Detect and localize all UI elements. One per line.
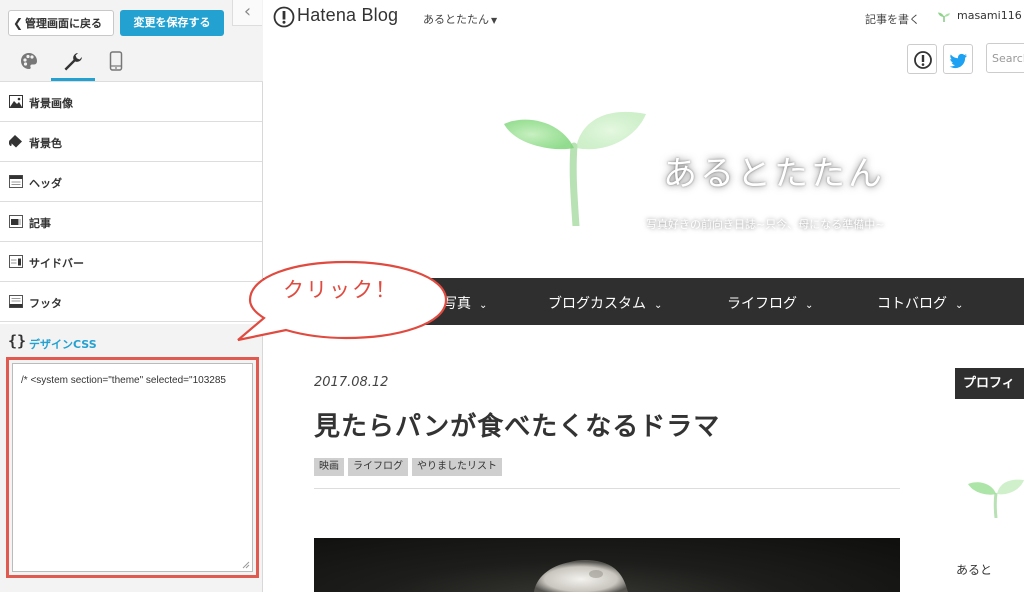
- sidebar-layout-icon: [9, 255, 23, 268]
- sprout-avatar-icon: [938, 12, 950, 22]
- nav-item-lifelog[interactable]: ライフログ ⌄: [727, 293, 813, 313]
- chevron-down-icon: ⌄: [805, 300, 814, 311]
- user-menu[interactable]: masami116: [937, 9, 1022, 23]
- blog-switcher-dropdown[interactable]: あるとたたん ▼: [423, 11, 497, 27]
- image-icon: [9, 95, 23, 108]
- caret-down-icon: ▼: [491, 16, 498, 25]
- resize-handle-icon[interactable]: [242, 561, 250, 569]
- header-layout-icon: [9, 175, 23, 188]
- profile-name[interactable]: あると: [956, 561, 992, 578]
- chevron-down-icon: ⌄: [479, 300, 488, 311]
- page: ❮ 管理画面に戻る 変更を保存する ‹ 背景画像 背景色 ヘッダ 記事 サイドバ…: [0, 0, 1024, 592]
- menu-item-sidebar[interactable]: サイドバー: [0, 242, 262, 282]
- menu-item-background-color[interactable]: 背景色: [0, 122, 262, 162]
- article-layout-icon: [9, 215, 23, 228]
- callout-text: クリック！: [283, 278, 398, 302]
- hatena-logo-icon[interactable]: [273, 6, 295, 28]
- design-css-textarea[interactable]: /* <system section="theme" selected="103…: [12, 363, 253, 572]
- menu-item-background-image[interactable]: 背景画像: [0, 82, 262, 122]
- menu-item-footer[interactable]: フッタ: [0, 282, 262, 322]
- blog-subtitle: 写真好きの前向き日誌~只今、母になる準備中~: [646, 218, 885, 231]
- customize-panel: ❮ 管理画面に戻る 変更を保存する ‹ 背景画像 背景色 ヘッダ 記事 サイドバ…: [0, 0, 263, 592]
- save-changes-button[interactable]: 変更を保存する: [120, 10, 224, 36]
- css-editor-highlight: /* <system section="theme" selected="103…: [6, 357, 259, 578]
- photo-subject: [534, 560, 628, 592]
- tag-lifelog[interactable]: ライフログ: [348, 458, 408, 476]
- menu-item-article[interactable]: 記事: [0, 202, 262, 242]
- twitter-icon: [949, 53, 967, 69]
- article-date[interactable]: 2017.08.12: [314, 375, 388, 390]
- design-css-label: デザインCSS: [29, 338, 97, 351]
- nav-item-blog-custom[interactable]: ブログカスタム ⌄: [548, 293, 662, 313]
- menu-item-header[interactable]: ヘッダ: [0, 162, 262, 202]
- sprout-illustration: [504, 111, 646, 226]
- article-title[interactable]: 見たらパンが食べたくなるドラマ: [314, 406, 720, 443]
- hatena-icon: [914, 51, 932, 69]
- article-divider: [314, 488, 900, 489]
- sidebar-profile-heading: プロフィ: [955, 368, 1024, 399]
- chevron-down-icon: ⌄: [654, 300, 663, 311]
- tab-customize[interactable]: [51, 46, 95, 81]
- hatena-topbar: Hatena Blog あるとたたん ▼ 記事を書く masami116: [263, 0, 1024, 36]
- css-braces-icon: {}: [8, 332, 27, 350]
- back-to-admin-button[interactable]: ❮ 管理画面に戻る: [8, 10, 114, 36]
- profile-sprout-image: [968, 479, 1024, 518]
- wrench-icon: [64, 53, 82, 71]
- footer-layout-icon: [9, 295, 23, 308]
- click-callout-bubble: [237, 260, 448, 342]
- collapse-panel-button[interactable]: ‹: [232, 0, 262, 26]
- hatena-follow-button[interactable]: [907, 44, 937, 74]
- tag-done-list[interactable]: やりましたリスト: [412, 458, 502, 476]
- tab-smartphone[interactable]: [94, 46, 138, 81]
- tab-design[interactable]: [7, 46, 51, 81]
- smartphone-icon: [109, 51, 123, 71]
- palette-icon: [21, 53, 37, 69]
- write-article-link[interactable]: 記事を書く: [865, 11, 920, 27]
- tag-movie[interactable]: 映画: [314, 458, 344, 476]
- chevron-down-icon: ⌄: [955, 300, 964, 311]
- panel-toolbar: ❮ 管理画面に戻る 変更を保存する ‹: [0, 0, 263, 82]
- chevron-left-icon: ❮: [13, 16, 24, 30]
- paint-bucket-icon: [9, 135, 22, 148]
- nav-item-kotobalog[interactable]: コトバログ ⌄: [877, 293, 963, 313]
- hatena-blog-logo-text[interactable]: Hatena Blog: [297, 5, 398, 26]
- article-tags: 映画 ライフログ やりましたリスト: [314, 458, 506, 476]
- blog-header: あるとたたん 写真好きの前向き日誌~只今、母になる準備中~ Search: [263, 36, 1024, 278]
- twitter-button[interactable]: [943, 44, 973, 74]
- article-photo: [314, 538, 900, 592]
- blog-title[interactable]: あるとたたん: [663, 146, 885, 195]
- search-input[interactable]: Search: [986, 43, 1024, 73]
